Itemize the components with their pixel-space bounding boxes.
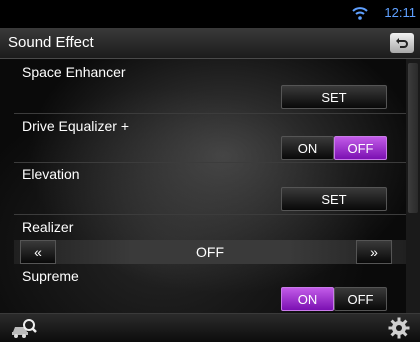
title-bar: Sound Effect — [0, 28, 420, 59]
realizer-next-button[interactable]: » — [356, 240, 392, 264]
divider — [14, 214, 406, 215]
drive-equalizer-label: Drive Equalizer + — [22, 118, 129, 134]
bottom-bar — [0, 313, 420, 342]
drive-equalizer-off-button[interactable]: OFF — [334, 136, 387, 160]
gear-icon[interactable] — [388, 317, 410, 339]
back-arrow-icon — [396, 38, 408, 48]
car-search-icon[interactable] — [10, 317, 38, 339]
back-button[interactable] — [390, 33, 414, 53]
wifi-icon — [352, 7, 368, 20]
clock: 12:11 — [384, 5, 416, 20]
supreme-label: Supreme — [22, 268, 79, 284]
supreme-off-button[interactable]: OFF — [334, 287, 387, 311]
status-bar: 12:11 — [0, 0, 420, 28]
page-title: Sound Effect — [8, 34, 94, 51]
realizer-label: Realizer — [22, 219, 74, 235]
realizer-value: OFF — [196, 244, 224, 260]
scrollbar-thumb[interactable] — [408, 63, 418, 213]
divider — [14, 113, 406, 114]
realizer-selector: « OFF » — [14, 240, 406, 264]
elevation-set-button[interactable]: SET — [281, 187, 387, 211]
elevation-label: Elevation — [22, 166, 80, 182]
divider — [14, 162, 406, 163]
scrollbar[interactable] — [406, 59, 420, 313]
drive-equalizer-on-button[interactable]: ON — [281, 136, 334, 160]
space-enhancer-label: Space Enhancer — [22, 64, 126, 80]
realizer-prev-button[interactable]: « — [20, 240, 56, 264]
space-enhancer-set-button[interactable]: SET — [281, 85, 387, 109]
supreme-on-button[interactable]: ON — [281, 287, 334, 311]
